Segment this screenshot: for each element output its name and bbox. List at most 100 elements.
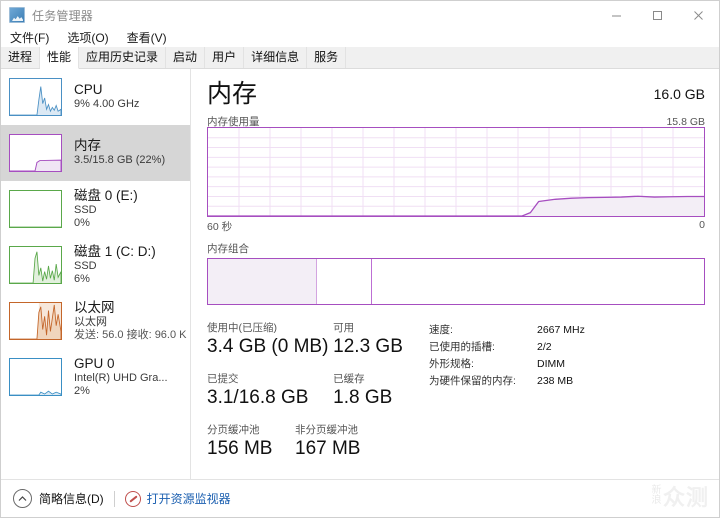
tab-processes[interactable]: 进程 (1, 47, 41, 68)
close-button[interactable] (678, 1, 719, 29)
sidebar-item-ethernet-type: 以太网 (74, 315, 107, 328)
spec-speed: 速度: 2667 MHz (429, 322, 585, 339)
spec-speed-value: 2667 MHz (537, 324, 585, 336)
window-controls (596, 1, 719, 29)
tab-startup[interactable]: 启动 (166, 47, 206, 68)
spec-form-factor: 外形规格: DIMM (429, 356, 585, 373)
menu-item-file[interactable]: 文件(F) (10, 29, 49, 47)
stat-cached-value: 1.8 GB (333, 387, 393, 408)
stat-committed-label: 已提交 (207, 373, 239, 385)
resource-sidebar[interactable]: CPU 9% 4.00 GHz 内存 3.5/15.8 GB (22%) 磁盘 … (1, 69, 191, 480)
sidebar-item-ethernet-title: 以太网 (74, 299, 115, 315)
sidebar-item-disk0-title: 磁盘 0 (E:) (74, 187, 138, 203)
menu-item-options[interactable]: 选项(O) (67, 29, 108, 47)
stat-available-label: 可用 (333, 322, 355, 334)
sidebar-item-gpu0[interactable]: GPU 0 Intel(R) UHD Gra... 2% (1, 349, 190, 405)
sidebar-item-disk1-title: 磁盘 1 (C: D:) (74, 243, 156, 259)
task-manager-window: 任务管理器 文件(F) 选项(O) 查看(V) 进程 性能 应用历史记录 启动 … (0, 0, 720, 518)
stat-cached: 已缓存 1.8 GB (333, 372, 412, 410)
spec-slots-value: 2/2 (537, 341, 552, 353)
page-title: 内存 (207, 80, 258, 108)
memory-composition-title: 内存组合 (207, 243, 249, 255)
stat-nonpaged-pool-label: 非分页缓冲池 (295, 424, 358, 436)
sidebar-item-ethernet[interactable]: 以太网 以太网 发送: 56.0 接收: 96.0 K (1, 293, 190, 349)
sidebar-item-disk1-stat: 6% (74, 273, 90, 285)
sidebar-item-cpu[interactable]: CPU 9% 4.00 GHz (1, 69, 190, 125)
task-manager-icon (9, 7, 25, 23)
watermark-prefix: 新 浪 (651, 485, 662, 506)
stat-nonpaged-pool-value: 167 MB (295, 438, 361, 459)
maximize-button[interactable] (637, 1, 678, 29)
stat-in-use: 使用中(已压缩) 3.4 GB (0 MB) (207, 321, 333, 359)
stat-nonpaged-pool: 非分页缓冲池 167 MB (295, 423, 375, 461)
sidebar-item-disk1[interactable]: 磁盘 1 (C: D:) SSD 6% (1, 237, 190, 293)
graph-axis-row: 60 秒 0 (207, 219, 705, 234)
sidebar-item-gpu0-stat: 2% (74, 385, 90, 397)
sidebar-item-cpu-stat: 9% 4.00 GHz (74, 98, 140, 111)
sidebar-item-cpu-title: CPU (74, 82, 103, 98)
sidebar-item-ethernet-stat: 发送: 56.0 接收: 96.0 K (74, 329, 187, 341)
stat-available-value: 12.3 GB (333, 336, 403, 357)
window-title: 任务管理器 (32, 8, 94, 23)
sidebar-item-disk0-stat: 0% (74, 217, 90, 229)
stat-cached-label: 已缓存 (333, 373, 365, 385)
axis-label-left: 60 秒 (207, 221, 233, 233)
watermark: 新 浪 众测 (650, 480, 709, 512)
fewer-details-button[interactable]: 简略信息(D) (39, 490, 104, 507)
status-divider (113, 490, 115, 507)
axis-label-right: 0 (699, 219, 705, 231)
composition-segment-modified (317, 259, 372, 304)
tab-app-history[interactable]: 应用历史记录 (79, 47, 167, 68)
stat-paged-pool-value: 156 MB (207, 438, 273, 459)
menu-bar: 文件(F) 选项(O) 查看(V) (1, 29, 719, 47)
stat-committed: 已提交 3.1/16.8 GB (207, 372, 333, 410)
memory-composition-bar[interactable] (207, 258, 705, 305)
stat-row-3: 分页缓冲池 156 MB 非分页缓冲池 167 MB (207, 423, 412, 461)
stat-paged-pool-label: 分页缓冲池 (207, 424, 260, 436)
stat-in-use-value: 3.4 GB (0 MB) (207, 336, 329, 357)
spec-form-factor-label: 外形规格: (429, 358, 474, 370)
total-memory-value: 16.0 GB (653, 86, 705, 102)
sidebar-item-memory-title: 内存 (74, 138, 101, 154)
stat-available: 可用 12.3 GB (333, 321, 412, 359)
memory-usage-graph (207, 127, 705, 217)
sidebar-item-memory-stat: 3.5/15.8 GB (22%) (74, 154, 166, 167)
resource-monitor-icon (124, 490, 141, 507)
ethernet-sparkline-thumbnail (9, 302, 62, 340)
spec-hardware-reserved: 为硬件保留的内存: 238 MB (429, 373, 585, 390)
tab-services[interactable]: 服务 (307, 47, 347, 68)
spec-hardware-reserved-value: 238 MB (537, 375, 574, 387)
stat-row-2: 已提交 3.1/16.8 GB 已缓存 1.8 GB (207, 372, 412, 410)
sidebar-item-gpu0-title: GPU 0 (74, 355, 115, 371)
sidebar-item-memory[interactable]: 内存 3.5/15.8 GB (22%) (1, 125, 190, 181)
tab-users[interactable]: 用户 (205, 47, 245, 68)
spec-form-factor-value: DIMM (537, 358, 565, 370)
memory-statistics: 使用中(已压缩) 3.4 GB (0 MB) 可用 12.3 GB 已提交 3.… (207, 321, 705, 471)
memory-specs: 速度: 2667 MHz 已使用的插槽: 2/2 外形规格: DIMM 为硬件保… (429, 322, 585, 390)
menu-item-view[interactable]: 查看(V) (127, 29, 167, 47)
disk0-sparkline-thumbnail (9, 190, 62, 228)
memory-header: 内存 16.0 GB (207, 79, 705, 109)
memory-sparkline-thumbnail (9, 134, 62, 172)
spec-hardware-reserved-label: 为硬件保留的内存: (429, 375, 516, 387)
stat-committed-value: 3.1/16.8 GB (207, 387, 309, 408)
chevron-up-icon[interactable] (13, 489, 32, 508)
tab-bar: 进程 性能 应用历史记录 启动 用户 详细信息 服务 (1, 47, 719, 69)
sidebar-item-disk0[interactable]: 磁盘 0 (E:) SSD 0% (1, 181, 190, 237)
memory-stats-left: 使用中(已压缩) 3.4 GB (0 MB) 可用 12.3 GB 已提交 3.… (207, 321, 412, 474)
composition-segment-in-use (208, 259, 318, 304)
sidebar-item-disk0-type: SSD (74, 203, 97, 216)
tab-details[interactable]: 详细信息 (244, 47, 308, 68)
sidebar-item-disk1-type: SSD (74, 259, 97, 272)
memory-detail-panel: 内存 16.0 GB 内存使用量 15.8 GB 60 秒 0 内存组合 使用中… (192, 69, 719, 480)
minimize-button[interactable] (596, 1, 637, 29)
watermark-text: 众测 (662, 486, 709, 511)
composition-segment-free (371, 259, 704, 304)
title-bar: 任务管理器 (1, 1, 719, 29)
spec-slots: 已使用的插槽: 2/2 (429, 339, 585, 356)
tab-performance[interactable]: 性能 (40, 47, 80, 69)
spec-slots-label: 已使用的插槽: (429, 341, 495, 353)
cpu-sparkline-thumbnail (9, 78, 62, 116)
stat-row-1: 使用中(已压缩) 3.4 GB (0 MB) 可用 12.3 GB (207, 321, 412, 359)
open-resource-monitor-link[interactable]: 打开资源监视器 (147, 490, 231, 507)
